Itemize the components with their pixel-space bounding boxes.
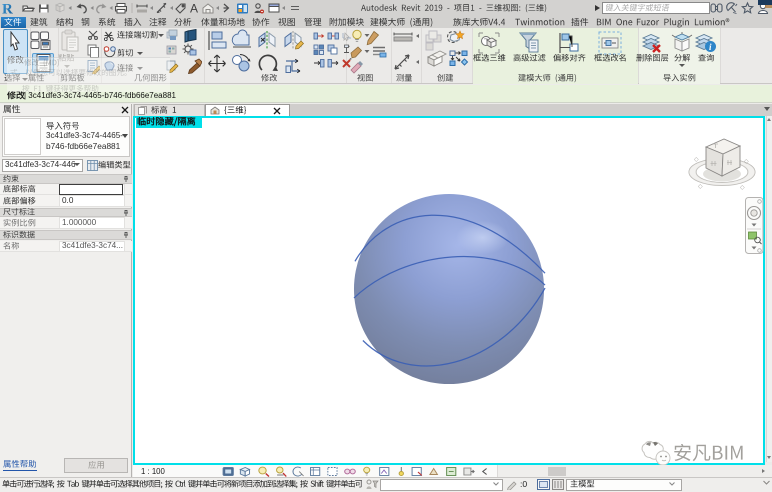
svg-text:A: A	[190, 2, 198, 16]
svg-text:◇: ◇	[698, 184, 703, 190]
svg-text:◇: ◇	[740, 185, 745, 191]
svg-text:◇: ◇	[694, 157, 699, 163]
svg-text:R: R	[2, 2, 13, 18]
svg-text:◇: ◇	[744, 159, 749, 165]
